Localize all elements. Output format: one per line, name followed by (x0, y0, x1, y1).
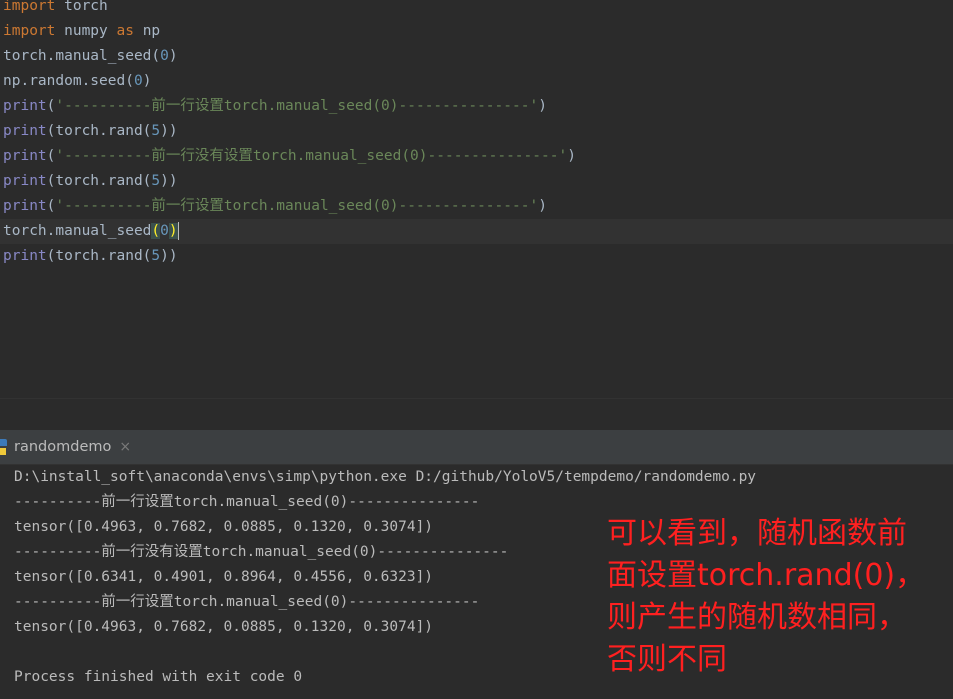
code-token: 5 (151, 248, 161, 264)
code-line[interactable]: print('----------前一行设置torch.manual_seed(… (3, 194, 547, 219)
code-line[interactable]: np.random.seed(0) (3, 69, 151, 94)
console-line: Process finished with exit code 0 (14, 669, 303, 685)
code-token: (torch.rand( (46, 248, 152, 264)
code-token: )) (160, 123, 178, 139)
code-line[interactable]: print(torch.rand(5)) (3, 169, 178, 194)
run-tab-randomdemo[interactable]: randomdemo × (0, 430, 142, 464)
run-tab-label: randomdemo (14, 439, 112, 455)
console-line: tensor([0.6341, 0.4901, 0.8964, 0.4556, … (14, 569, 434, 585)
code-token: 5 (151, 123, 161, 139)
annotation-line: 则产生的随机数相同， (607, 600, 907, 635)
code-token: ) (168, 48, 178, 64)
code-token: torch.manual_seed( (3, 48, 161, 64)
code-token: print (3, 98, 47, 114)
code-token: np (133, 23, 161, 39)
code-token: print (3, 148, 47, 164)
annotation-line: 面设置torch.rand(0)， (607, 558, 926, 593)
console-line: ----------前一行设置torch.manual_seed(0)-----… (14, 594, 480, 610)
code-token: (torch.rand( (46, 173, 152, 189)
code-token: ) (538, 98, 547, 114)
python-icon (0, 439, 7, 455)
code-token: 0 (160, 223, 169, 239)
panel-splitter[interactable] (0, 398, 953, 431)
code-token: '----------前一行设置torch.manual_seed(0)----… (55, 198, 539, 214)
console-line: tensor([0.4963, 0.7682, 0.0885, 0.1320, … (14, 519, 434, 535)
code-line[interactable]: torch.manual_seed(0) (3, 44, 178, 69)
code-token: ) (168, 223, 178, 239)
close-icon[interactable]: × (119, 439, 131, 455)
code-token: import (3, 23, 56, 39)
run-tool-window-tabbar: randomdemo × (0, 430, 953, 465)
code-line[interactable]: import torch (3, 0, 108, 19)
code-line[interactable]: print(torch.rand(5)) (3, 244, 178, 269)
code-token: ) (142, 73, 152, 89)
code-editor[interactable]: import torch import numpy as np torch.manu… (0, 0, 953, 398)
code-token: as (116, 23, 134, 39)
console-line: D:\install_soft\anaconda\envs\simp\pytho… (14, 469, 757, 485)
annotation-text: 可以看到，随机函数前 面设置torch.rand(0)， 则产生的随机数相同， … (607, 513, 947, 681)
code-token: numpy (55, 23, 117, 39)
code-token: )) (160, 248, 178, 264)
console-line: tensor([0.4963, 0.7682, 0.0885, 0.1320, … (14, 619, 434, 635)
code-token: '----------前一行设置torch.manual_seed(0)----… (55, 98, 539, 114)
code-line[interactable]: print('----------前一行设置torch.manual_seed(… (3, 94, 547, 119)
code-token: 0 (133, 73, 143, 89)
code-line[interactable]: print('----------前一行没有设置torch.manual_see… (3, 144, 576, 169)
code-line[interactable]: print(torch.rand(5)) (3, 119, 178, 144)
code-line[interactable]: torch.manual_seed(0) (3, 219, 179, 244)
code-token: )) (160, 173, 178, 189)
code-token: print (3, 248, 47, 264)
code-token: ( (151, 223, 161, 239)
code-token: print (3, 123, 47, 139)
code-line[interactable]: import numpy as np (3, 19, 160, 44)
code-token: ) (538, 198, 547, 214)
code-token: 0 (160, 48, 169, 64)
code-token: torch.manual_seed (3, 223, 152, 239)
annotation-line: 可以看到，随机函数前 (607, 516, 907, 551)
code-token: 5 (151, 173, 161, 189)
code-token: import (3, 0, 56, 14)
code-token: ) (567, 148, 576, 164)
code-token: np.random.seed( (3, 73, 134, 89)
code-token: (torch.rand( (46, 123, 152, 139)
code-token: torch (55, 0, 108, 14)
console-line: ----------前一行设置torch.manual_seed(0)-----… (14, 494, 480, 510)
code-token: '----------前一行没有设置torch.manual_seed(0)--… (55, 148, 568, 164)
code-token: print (3, 198, 47, 214)
annotation-line: 否则不同 (607, 642, 727, 677)
text-caret (177, 222, 179, 240)
console-line: ----------前一行没有设置torch.manual_seed(0)---… (14, 544, 509, 560)
code-token: print (3, 173, 47, 189)
